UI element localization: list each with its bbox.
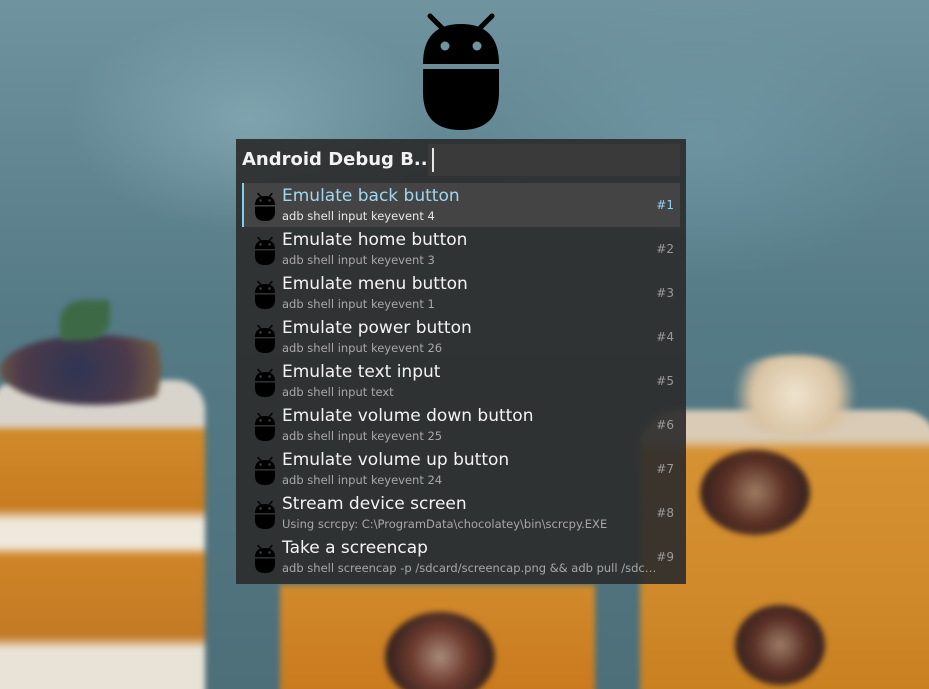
result-title: Emulate back button	[282, 186, 460, 206]
plugin-title: Android Debug B...	[242, 149, 428, 170]
android-icon	[254, 236, 276, 266]
result-hotkey-number: #9	[656, 550, 674, 564]
wallpaper-fig	[735, 605, 825, 685]
result-hotkey-number: #3	[656, 286, 674, 300]
search-input[interactable]	[428, 144, 680, 176]
wallpaper-leaf	[60, 300, 110, 340]
result-hotkey-number: #6	[656, 418, 674, 432]
wallpaper-dessert-topping	[0, 335, 190, 405]
result-item[interactable]: Emulate menu button adb shell input keyev…	[242, 271, 680, 315]
result-item[interactable]: Emulate home button adb shell input keyev…	[242, 227, 680, 271]
wallpaper-dessert-glass	[0, 380, 205, 689]
android-icon	[254, 456, 276, 486]
result-item[interactable]: Emulate back button adb shell input keyev…	[242, 183, 680, 227]
wallpaper-fig	[700, 450, 810, 535]
result-hotkey-number: #8	[656, 506, 674, 520]
result-title: Emulate volume down button	[282, 406, 534, 426]
result-item[interactable]: Take a screencap adb shell screencap -p /…	[242, 535, 680, 579]
result-hotkey-number: #4	[656, 330, 674, 344]
result-hotkey-number: #1	[656, 198, 674, 212]
android-icon	[254, 500, 276, 530]
android-icon	[254, 368, 276, 398]
result-title: Emulate power button	[282, 318, 472, 338]
result-subtitle: Using scrcpy: C:\ProgramData\chocolatey\…	[282, 517, 608, 531]
result-item[interactable]: Emulate text input adb shell input text #5	[242, 359, 680, 403]
android-icon	[254, 280, 276, 310]
result-subtitle: adb shell input keyevent 26	[282, 341, 443, 355]
result-hotkey-number: #5	[656, 374, 674, 388]
result-subtitle: adb shell input text	[282, 385, 394, 399]
android-icon	[254, 192, 276, 222]
results-list: Emulate back button adb shell input keyev…	[242, 183, 680, 579]
result-item[interactable]: Emulate volume down button adb shell inpu…	[242, 403, 680, 447]
result-hotkey-number: #2	[656, 242, 674, 256]
result-subtitle: adb shell input keyevent 1	[282, 297, 435, 311]
android-icon	[254, 544, 276, 574]
result-title: Emulate text input	[282, 362, 441, 382]
result-item[interactable]: Emulate power button adb shell input keye…	[242, 315, 680, 359]
result-subtitle: adb shell input keyevent 25	[282, 429, 443, 443]
android-robot-icon	[423, 13, 499, 130]
launcher-window: Android Debug B... Emulate back button ad…	[236, 139, 686, 584]
text-caret	[432, 148, 434, 172]
android-icon	[254, 412, 276, 442]
result-title: Emulate menu button	[282, 274, 468, 294]
wallpaper-dessert-topping	[720, 355, 870, 435]
result-subtitle: adb shell input keyevent 4	[282, 209, 435, 223]
result-subtitle: adb shell screencap -p /sdcard/screencap…	[282, 561, 657, 575]
result-title: Stream device screen	[282, 494, 467, 514]
result-item[interactable]: Stream device screen Using scrcpy: C:\Pro…	[242, 491, 680, 535]
query-row: Android Debug B...	[236, 139, 686, 183]
android-icon	[254, 324, 276, 354]
result-title: Emulate home button	[282, 230, 468, 250]
result-subtitle: adb shell input keyevent 24	[282, 473, 443, 487]
result-item[interactable]: Emulate volume up button adb shell input …	[242, 447, 680, 491]
result-hotkey-number: #7	[656, 462, 674, 476]
result-title: Emulate volume up button	[282, 450, 510, 470]
result-subtitle: adb shell input keyevent 3	[282, 253, 435, 267]
result-title: Take a screencap	[282, 538, 428, 558]
